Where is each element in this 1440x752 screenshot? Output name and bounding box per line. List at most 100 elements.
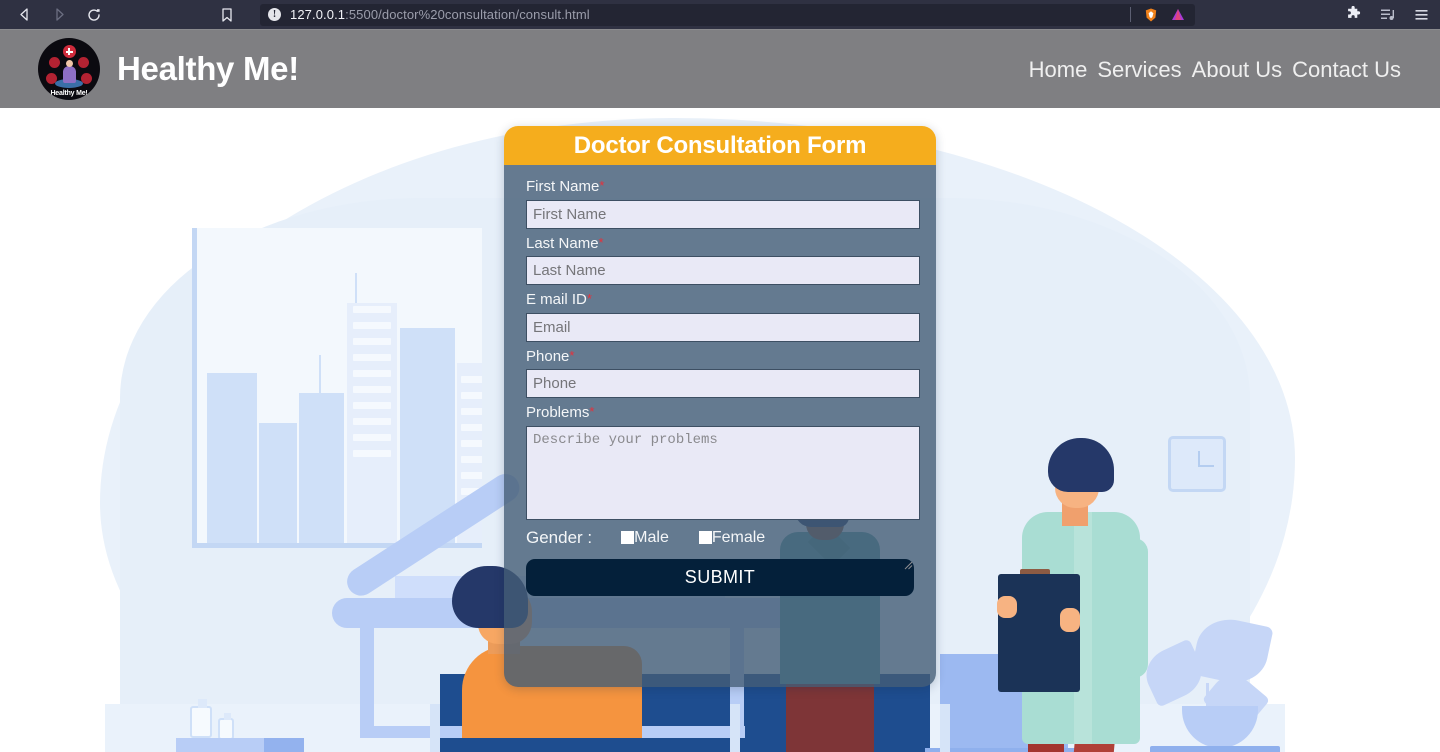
wall-clock-icon: [1168, 436, 1226, 492]
nav-item-home[interactable]: Home: [1024, 57, 1093, 83]
supply-cabinet-top-right: [264, 738, 304, 752]
field-problems: Problems*: [526, 404, 920, 520]
problems-textarea[interactable]: [526, 425, 920, 520]
label-problems-text: Problems: [526, 404, 590, 421]
reload-icon: [88, 8, 100, 21]
building-window-row: [461, 440, 482, 447]
playlist-button[interactable]: [1378, 6, 1396, 24]
building-window-row: [353, 322, 391, 329]
form-header: Doctor Consultation Form: [504, 126, 936, 165]
nightstand-top: [1150, 746, 1280, 752]
doctor-hand-left: [997, 596, 1017, 618]
building-window-row: [461, 392, 482, 399]
floor-grid-line: [940, 704, 950, 752]
omnibox-actions: [1130, 4, 1187, 26]
url-text: 127.0.0.1:5500/doctor%20consultation/con…: [290, 7, 590, 22]
building-window-row: [353, 402, 391, 409]
building-window-row: [461, 472, 482, 479]
label-first-name-text: First Name: [526, 178, 600, 195]
skyline-antenna-1: [319, 355, 321, 393]
building-window-row: [353, 354, 391, 361]
brand[interactable]: Healthy Me! Healthy Me!: [0, 38, 299, 100]
doctor-arm: [1118, 538, 1148, 678]
field-phone: Phone*: [526, 347, 920, 398]
logo-figure-head: [65, 60, 73, 67]
extensions-puzzle-icon: [1347, 6, 1360, 18]
label-phone-text: Phone: [526, 347, 570, 365]
required-asterisk: *: [589, 404, 595, 419]
bookmark-button[interactable]: [214, 4, 240, 26]
hamburger-menu-icon: [1415, 10, 1427, 20]
reload-button[interactable]: [80, 4, 108, 26]
logo-dot-right-upper: [78, 57, 89, 68]
brave-rewards-button[interactable]: [1169, 6, 1187, 24]
doctor-clipboard: [998, 574, 1080, 692]
brave-lion-icon: [1145, 8, 1157, 21]
gender-male-checkbox[interactable]: [621, 531, 635, 544]
label-email-text: E mail ID: [526, 291, 587, 308]
nav-item-contact-us[interactable]: Contact Us: [1287, 57, 1406, 83]
browser-nav-buttons: [0, 4, 108, 26]
site-info-icon[interactable]: !: [268, 8, 281, 21]
gender-female-checkbox[interactable]: [698, 531, 712, 544]
omnibox-divider: [1130, 7, 1131, 22]
label-problems: Problems*: [526, 404, 914, 422]
illustration-window: [192, 228, 482, 548]
back-button[interactable]: [10, 4, 38, 26]
label-last-name-text: Last Name: [526, 234, 599, 252]
doctor-consultation-form: Doctor Consultation Form First Name* Las…: [504, 126, 936, 687]
url-host: 127.0.0.1: [290, 7, 346, 22]
building-window-row: [461, 424, 482, 431]
first-name-input[interactable]: [526, 199, 920, 229]
building-window-row: [461, 456, 482, 463]
doctor-hair: [1048, 438, 1114, 492]
building-window-row: [353, 434, 391, 441]
logo-meditating-figure: [62, 66, 76, 83]
required-asterisk: *: [598, 234, 604, 250]
gender-female-label[interactable]: Female: [712, 529, 765, 547]
clock-minute-hand: [1199, 465, 1214, 467]
skyline-antenna-2: [355, 273, 357, 303]
skyline-building-2: [259, 423, 297, 543]
email-input[interactable]: [526, 312, 920, 342]
label-email: E mail ID*: [526, 291, 914, 309]
logo-cross-vertical: [68, 48, 70, 55]
doctor-hand-right: [1060, 608, 1080, 632]
brave-rewards-triangle-icon: [1172, 8, 1184, 20]
label-phone: Phone*: [526, 347, 914, 366]
label-first-name: First Name*: [526, 178, 914, 196]
playlist-icon: [1380, 9, 1394, 20]
address-bar[interactable]: ! 127.0.0.1:5500/doctor%20consultation/c…: [260, 3, 1195, 26]
submit-button[interactable]: SUBMIT: [526, 558, 914, 596]
building-window-row: [353, 370, 391, 377]
bookmark-icon: [222, 7, 232, 22]
brave-shields-button[interactable]: [1142, 6, 1160, 24]
exam-table-leg-left: [360, 626, 374, 736]
brand-name: Healthy Me!: [117, 50, 299, 87]
back-arrow-icon: [19, 8, 28, 21]
forward-button[interactable]: [45, 4, 73, 26]
building-window-row: [353, 386, 391, 393]
gender-label: Gender :: [526, 527, 593, 547]
nav-item-about-us[interactable]: About Us: [1187, 57, 1288, 83]
medicine-bottle-small: [218, 713, 234, 740]
required-asterisk: *: [569, 347, 575, 363]
logo-dot-left-upper: [49, 57, 60, 68]
extensions-button[interactable]: [1344, 6, 1362, 24]
last-name-input[interactable]: [526, 256, 920, 285]
skyline-building-1: [207, 373, 257, 543]
form-body: First Name* Last Name* E mail ID* Phone*…: [504, 165, 936, 687]
building-window-row: [353, 338, 391, 345]
logo-caption: Healthy Me!: [50, 90, 88, 97]
form-title: Doctor Consultation Form: [573, 131, 867, 159]
gender-male-label[interactable]: Male: [634, 529, 669, 547]
building-window-row: [353, 450, 391, 457]
field-first-name: First Name*: [526, 178, 920, 229]
nav-item-services[interactable]: Services: [1092, 57, 1186, 83]
browser-menu-button[interactable]: [1412, 6, 1430, 24]
phone-input[interactable]: [526, 369, 920, 398]
required-asterisk: *: [599, 178, 605, 193]
forward-arrow-icon: [55, 8, 64, 21]
main-navigation: Home Services About Us Contact Us: [1024, 30, 1406, 109]
building-window-row: [461, 376, 482, 383]
